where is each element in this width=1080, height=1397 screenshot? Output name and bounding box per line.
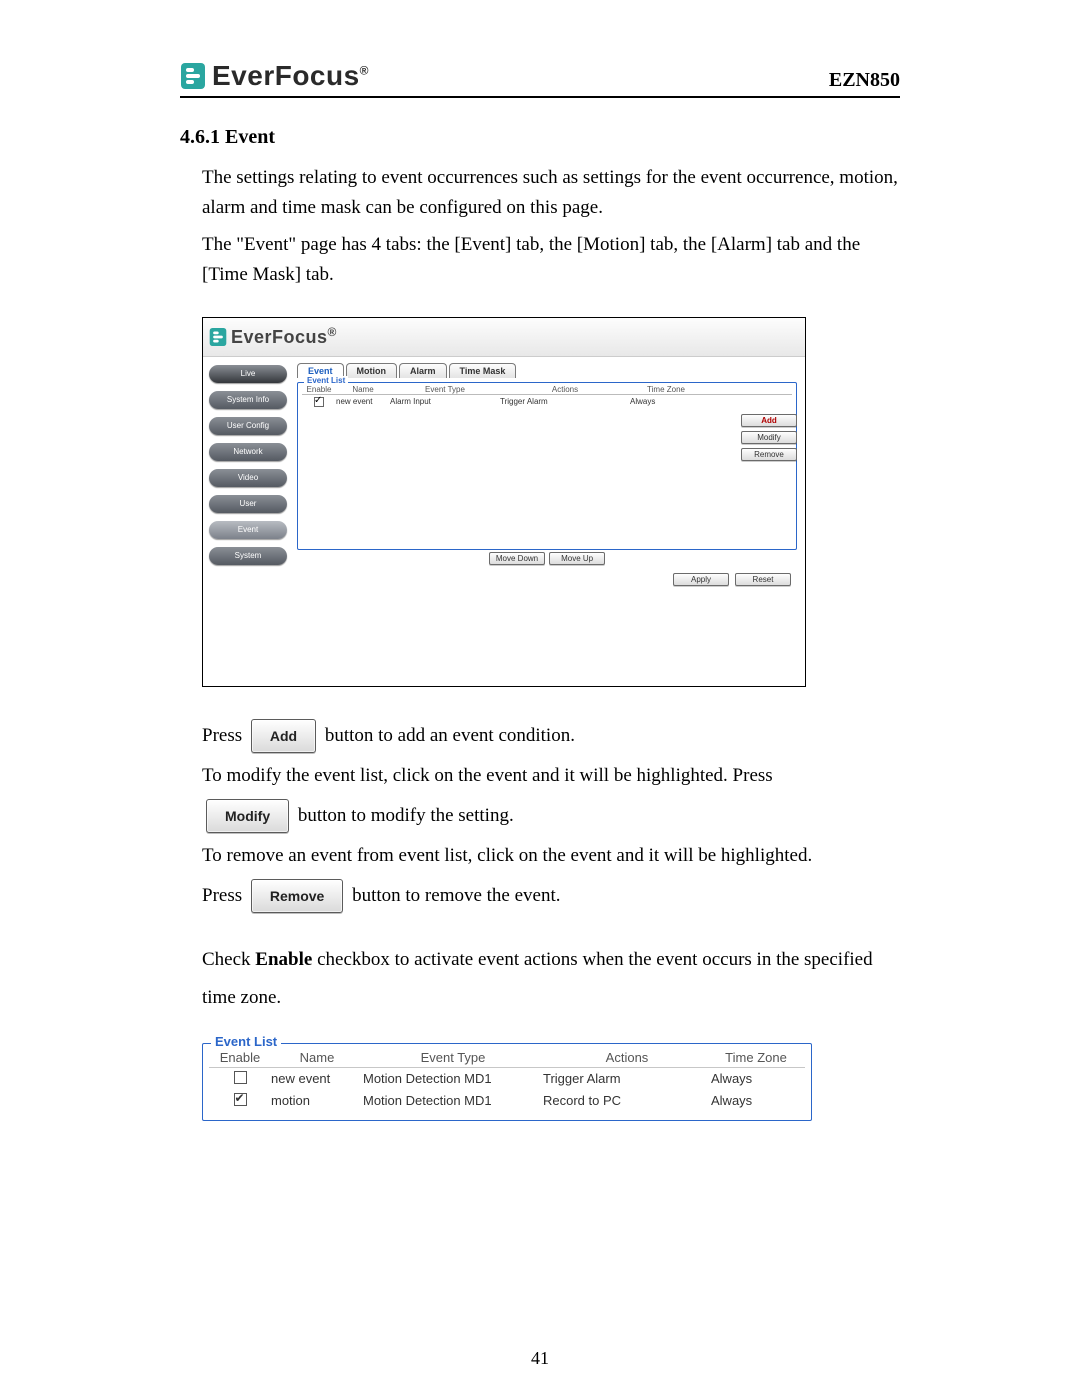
col-name: Name xyxy=(336,385,390,394)
modify-button[interactable]: Modify xyxy=(741,431,797,444)
doc-header: EverFocus® EZN850 xyxy=(180,60,900,98)
page-number: 41 xyxy=(0,1348,1080,1369)
move-up-button[interactable]: Move Up xyxy=(549,552,605,565)
brand-name: EverFocus® xyxy=(212,60,369,92)
col-actions: Actions xyxy=(543,1050,711,1065)
cell-name: new event xyxy=(271,1071,363,1087)
cell-time-zone: Always xyxy=(711,1093,801,1109)
add-button[interactable]: Add xyxy=(741,414,797,427)
event-list-header: Enable Name Event Type Actions Time Zone xyxy=(209,1050,805,1068)
move-buttons: Move Down Move Up xyxy=(297,552,797,565)
tab-motion[interactable]: Motion xyxy=(346,363,398,378)
reset-button[interactable]: Reset xyxy=(735,573,791,586)
footer-buttons: Apply Reset xyxy=(297,573,797,586)
instruction-remove: Press Remove button to remove the event. xyxy=(202,877,900,915)
col-event-type: Event Type xyxy=(363,1050,543,1065)
event-list-figure: Event List Enable Name Event Type Action… xyxy=(202,1043,812,1121)
cell-event-type: Alarm Input xyxy=(390,397,500,409)
cell-actions: Trigger Alarm xyxy=(543,1071,711,1087)
table-row[interactable]: motion Motion Detection MD1 Record to PC… xyxy=(209,1090,805,1112)
sidebar-item-event[interactable]: Event xyxy=(209,521,287,539)
side-nav: Live System Info User Config Network Vid… xyxy=(203,357,293,687)
cell-event-type: Motion Detection MD1 xyxy=(363,1071,543,1087)
move-down-button[interactable]: Move Down xyxy=(489,552,545,565)
everfocus-mark-icon xyxy=(180,62,206,90)
tab-alarm[interactable]: Alarm xyxy=(399,363,447,378)
cell-actions: Record to PC xyxy=(543,1093,711,1109)
instruction-modify-intro: To modify the event list, click on the e… xyxy=(202,757,900,795)
instruction-enable: Check Enable checkbox to activate event … xyxy=(202,941,900,1017)
event-side-buttons: Add Modify Remove xyxy=(741,414,797,461)
col-enable: Enable xyxy=(302,385,336,394)
sidebar-item-user[interactable]: User xyxy=(209,495,287,513)
model-number: EZN850 xyxy=(829,69,900,92)
event-page-screenshot: EverFocus® Live System Info User Config … xyxy=(202,317,806,687)
fieldset-legend: Event List xyxy=(211,1034,281,1049)
sidebar-item-video[interactable]: Video xyxy=(209,469,287,487)
col-enable: Enable xyxy=(209,1050,271,1065)
sidebar-item-system[interactable]: System xyxy=(209,547,287,565)
add-button-figure: Add xyxy=(251,719,316,753)
sidebar-item-live[interactable]: Live xyxy=(209,365,287,383)
cell-time-zone: Always xyxy=(711,1071,801,1087)
intro-paragraph-2: The "Event" page has 4 tabs: the [Event]… xyxy=(202,230,900,291)
cell-time-zone: Always xyxy=(630,397,702,409)
instruction-add: Press Add button to add an event conditi… xyxy=(202,717,900,755)
event-list-header: Enable Name Event Type Actions Time Zone xyxy=(302,385,792,395)
tab-strip: Event Motion Alarm Time Mask xyxy=(297,363,797,378)
cell-name: new event xyxy=(336,397,390,409)
sidebar-item-system-info[interactable]: System Info xyxy=(209,391,287,409)
fieldset-legend: Event List xyxy=(304,376,348,385)
screenshot-topbar: EverFocus® xyxy=(203,318,805,357)
col-name: Name xyxy=(271,1050,363,1065)
enable-checkbox[interactable] xyxy=(302,397,336,409)
event-list-fieldset: Event List Enable Name Event Type Action… xyxy=(297,382,797,550)
screenshot-brand: EverFocus® xyxy=(231,325,337,348)
col-time-zone: Time Zone xyxy=(630,385,702,394)
brand-logo: EverFocus® xyxy=(180,60,369,92)
sidebar-item-user-config[interactable]: User Config xyxy=(209,417,287,435)
remove-button[interactable]: Remove xyxy=(741,448,797,461)
cell-name: motion xyxy=(271,1093,363,1109)
section-title: 4.6.1 Event xyxy=(180,126,900,149)
sidebar-item-network[interactable]: Network xyxy=(209,443,287,461)
instruction-remove-intro: To remove an event from event list, clic… xyxy=(202,837,900,875)
intro-paragraph-1: The settings relating to event occurrenc… xyxy=(202,163,900,224)
enable-checkbox[interactable] xyxy=(209,1071,271,1087)
cell-event-type: Motion Detection MD1 xyxy=(363,1093,543,1109)
remove-button-figure: Remove xyxy=(251,879,343,913)
col-event-type: Event Type xyxy=(390,385,500,394)
enable-checkbox[interactable] xyxy=(209,1093,271,1109)
table-row[interactable]: new event Alarm Input Trigger Alarm Alwa… xyxy=(302,395,792,409)
everfocus-mark-icon xyxy=(209,327,227,347)
col-time-zone: Time Zone xyxy=(711,1050,801,1065)
apply-button[interactable]: Apply xyxy=(673,573,729,586)
tab-time-mask[interactable]: Time Mask xyxy=(449,363,517,378)
cell-actions: Trigger Alarm xyxy=(500,397,630,409)
instruction-modify: Modify button to modify the setting. xyxy=(202,797,900,835)
modify-button-figure: Modify xyxy=(206,799,289,833)
table-row[interactable]: new event Motion Detection MD1 Trigger A… xyxy=(209,1068,805,1090)
col-actions: Actions xyxy=(500,385,630,394)
